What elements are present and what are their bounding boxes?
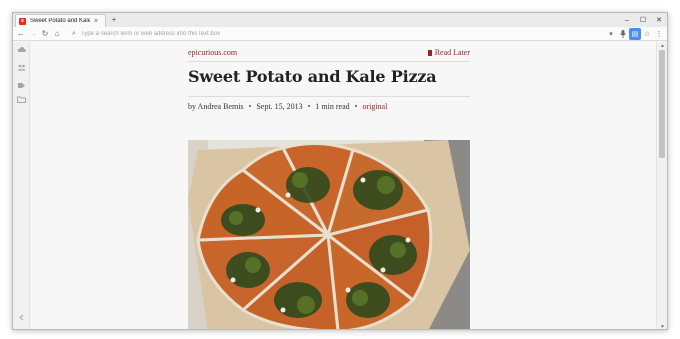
menu-icon[interactable]: ⋮: [653, 28, 665, 40]
back-button[interactable]: ←: [15, 28, 27, 40]
separator: •: [307, 102, 311, 111]
folder-icon[interactable]: [17, 96, 26, 103]
author: by Andrea Bemis: [188, 102, 244, 111]
source-site-link[interactable]: epicurious.com: [188, 48, 237, 57]
pizza-image: [188, 140, 470, 329]
article-header-row: epicurious.com Read Later: [188, 48, 470, 60]
address-input[interactable]: [79, 28, 599, 39]
tab-strip: e Sweet Potato and Kale... × + – ☐ ✕: [13, 13, 667, 27]
favorite-star-icon[interactable]: ☆: [641, 28, 653, 40]
separator: •: [248, 102, 252, 111]
minimize-button[interactable]: –: [619, 13, 635, 27]
toolbar: ← → ↻ ⌂ ⌕ ▾ ▤ ☆ ⋮: [13, 27, 667, 41]
microphone-icon[interactable]: [617, 28, 629, 40]
cloud-icon[interactable]: [17, 46, 26, 53]
new-tab-button[interactable]: +: [109, 15, 119, 25]
browser-window: e Sweet Potato and Kale... × + – ☐ ✕ ← →…: [12, 12, 668, 330]
publish-date: Sept. 15, 2013: [256, 102, 303, 111]
microphone-glyph: [620, 30, 626, 38]
article-meta: by Andrea Bemis • Sept. 15, 2013 • 1 min…: [188, 102, 387, 111]
pizza-photo: [188, 140, 470, 329]
collapse-panel-icon[interactable]: [17, 314, 26, 321]
bookmark-icon: [427, 49, 432, 56]
read-later-label: Read Later: [434, 48, 470, 57]
address-dropdown-icon[interactable]: ▾: [605, 28, 617, 40]
scrollbar-thumb[interactable]: [659, 50, 665, 158]
tab-close-icon[interactable]: ×: [94, 18, 98, 25]
read-time: 1 min read: [315, 102, 350, 111]
people-icon[interactable]: [17, 64, 26, 71]
scroll-down-icon[interactable]: ▼: [659, 324, 666, 329]
close-window-button[interactable]: ✕: [651, 13, 667, 27]
tab-title: Sweet Potato and Kale...: [30, 18, 90, 24]
original-link[interactable]: original: [362, 102, 387, 111]
side-panel: [13, 42, 30, 329]
browser-tab[interactable]: e Sweet Potato and Kale... ×: [15, 14, 106, 27]
epicurious-favicon-icon: e: [19, 17, 26, 25]
vertical-scrollbar[interactable]: ▲ ▼: [656, 42, 667, 329]
favicon-letter: e: [21, 17, 24, 24]
reading-view-icon[interactable]: ▤: [629, 28, 641, 40]
search-icon: ⌕: [72, 29, 76, 37]
reload-button[interactable]: ↻: [39, 28, 51, 40]
maximize-button[interactable]: ☐: [635, 13, 651, 27]
separator: •: [354, 102, 358, 111]
reading-view-content: epicurious.com Read Later Sweet Potato a…: [31, 42, 657, 329]
home-button[interactable]: ⌂: [51, 28, 63, 40]
window-controls: – ☐ ✕: [619, 13, 667, 27]
address-bar[interactable]: ⌕: [69, 28, 618, 39]
toolbar-actions: ▾ ▤ ☆ ⋮: [605, 28, 665, 40]
forward-button[interactable]: →: [27, 28, 39, 40]
tag-icon[interactable]: [17, 82, 26, 89]
article-title: Sweet Potato and Kale Pizza: [188, 67, 437, 86]
scroll-up-icon[interactable]: ▲: [659, 43, 666, 49]
divider: [188, 96, 470, 97]
read-later-button[interactable]: Read Later: [427, 48, 470, 57]
divider: [188, 61, 470, 62]
